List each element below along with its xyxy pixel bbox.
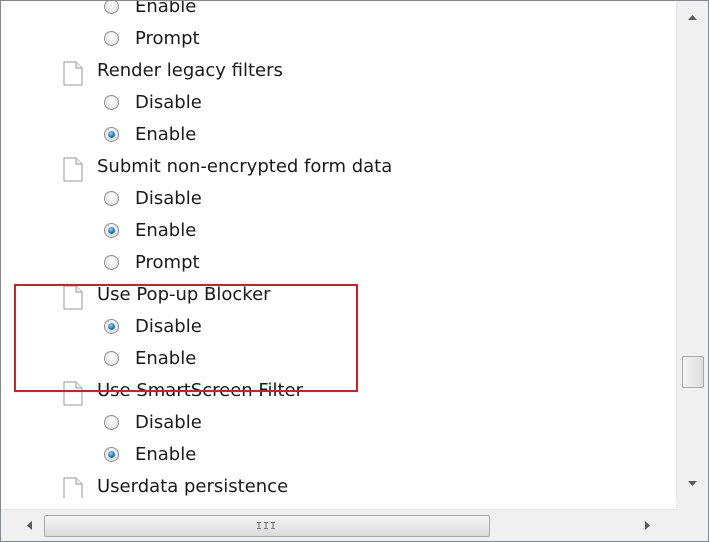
setting-label: Userdata persistence xyxy=(97,476,289,497)
option-label: Enable xyxy=(135,124,197,145)
document-icon xyxy=(63,381,83,406)
scroll-down-arrow-icon[interactable] xyxy=(677,470,708,498)
option-item[interactable]: Enable xyxy=(1,345,676,377)
option-item[interactable]: Disable xyxy=(1,89,676,121)
option-label: Prompt xyxy=(135,252,200,273)
scroll-right-arrow-icon[interactable] xyxy=(634,510,662,541)
scroll-up-arrow-icon[interactable] xyxy=(677,1,708,29)
scroll-left-arrow-icon[interactable] xyxy=(15,510,43,541)
setting-label: Use Pop-up Blocker xyxy=(97,284,271,305)
option-item[interactable]: Prompt xyxy=(1,25,676,57)
setting-label: Submit non-encrypted form data xyxy=(97,156,393,177)
vertical-scroll-thumb[interactable] xyxy=(682,356,704,388)
option-item[interactable]: Prompt xyxy=(1,249,676,281)
radio-button[interactable] xyxy=(104,191,119,206)
setting-item[interactable]: Submit non-encrypted form data xyxy=(1,153,676,185)
radio-button[interactable] xyxy=(104,447,119,462)
option-label: Enable xyxy=(135,348,197,369)
radio-button[interactable] xyxy=(104,31,119,46)
document-icon xyxy=(63,157,83,182)
settings-tree: Enable Prompt Render legacy filters Disable… xyxy=(1,1,676,498)
radio-button[interactable] xyxy=(104,223,119,238)
option-label: Disable xyxy=(135,316,202,337)
option-label: Enable xyxy=(135,1,197,17)
option-item[interactable]: Enable xyxy=(1,1,676,25)
option-label: Disable xyxy=(135,188,202,209)
option-item[interactable]: Enable xyxy=(1,441,676,473)
tree-viewport: Enable Prompt Render legacy filters Disable… xyxy=(1,1,676,498)
option-item[interactable]: Enable xyxy=(1,121,676,153)
option-item[interactable]: Disable xyxy=(1,409,676,441)
radio-button[interactable] xyxy=(104,127,119,142)
option-item[interactable]: Enable xyxy=(1,217,676,249)
horizontal-scrollbar[interactable]: III xyxy=(1,509,676,541)
radio-button[interactable] xyxy=(104,95,119,110)
policy-tree-panel: Enable Prompt Render legacy filters Disable… xyxy=(0,0,709,542)
scrollbar-corner xyxy=(676,498,708,541)
option-label: Enable xyxy=(135,220,197,241)
document-icon xyxy=(63,285,83,310)
document-icon xyxy=(63,477,83,498)
setting-label: Render legacy filters xyxy=(97,60,283,81)
radio-button[interactable] xyxy=(104,255,119,270)
option-item[interactable]: Disable xyxy=(1,185,676,217)
vertical-scrollbar[interactable] xyxy=(676,1,708,498)
setting-item[interactable]: Use Pop-up Blocker xyxy=(1,281,676,313)
option-label: Disable xyxy=(135,92,202,113)
document-icon xyxy=(63,61,83,86)
horizontal-scroll-thumb[interactable]: III xyxy=(44,515,490,537)
radio-button[interactable] xyxy=(104,319,119,334)
radio-button[interactable] xyxy=(104,351,119,366)
option-label: Enable xyxy=(135,444,197,465)
setting-item[interactable]: Userdata persistence xyxy=(1,473,676,498)
scroll-grip-icon: III xyxy=(256,521,278,532)
tree-bottom-gap xyxy=(1,498,676,509)
radio-button[interactable] xyxy=(104,1,119,14)
setting-label: Use SmartScreen Filter xyxy=(97,380,303,401)
option-item[interactable]: Disable xyxy=(1,313,676,345)
option-label: Prompt xyxy=(135,28,200,49)
option-label: Disable xyxy=(135,412,202,433)
radio-button[interactable] xyxy=(104,415,119,430)
setting-item[interactable]: Render legacy filters xyxy=(1,57,676,89)
setting-item[interactable]: Use SmartScreen Filter xyxy=(1,377,676,409)
